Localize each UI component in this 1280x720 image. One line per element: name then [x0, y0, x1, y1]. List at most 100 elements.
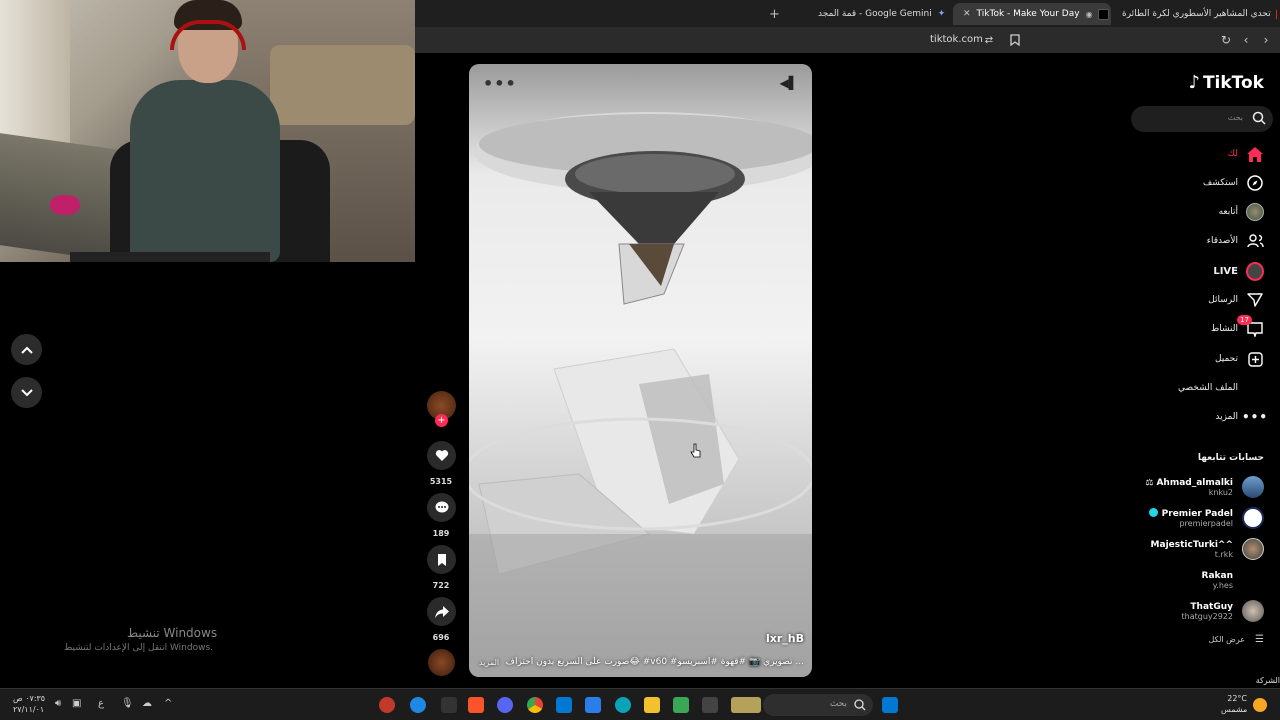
- language-indicator[interactable]: ع: [98, 698, 104, 709]
- comment-icon: [435, 501, 448, 513]
- sidebar-item-friends[interactable]: الأصدقاء: [1207, 230, 1264, 252]
- app-icon-2[interactable]: [410, 697, 426, 713]
- app-icon-1[interactable]: [379, 697, 395, 713]
- sidebar-item-profile[interactable]: الملف الشخصي: [1178, 377, 1238, 399]
- sidebar-item-label: استكشف: [1202, 178, 1238, 188]
- account-handle: t.rkk: [1214, 549, 1233, 559]
- sidebar-item-label: الملف الشخصي: [1178, 383, 1238, 393]
- windows-activation-subtitle: انتقل إلى الإعدادات لتنشيط Windows.: [64, 643, 213, 653]
- windows-start-icon[interactable]: [882, 697, 898, 713]
- save-count: 722: [432, 581, 450, 590]
- sidebar-item-upload[interactable]: تحميل: [1215, 348, 1264, 370]
- taskbar-time: ٠٧:٣٥ ص: [13, 694, 46, 703]
- taskbar-search-placeholder: بحث: [829, 699, 847, 709]
- tab-tiktok[interactable]: ✕ TikTok - Make Your Day ◉: [953, 3, 1111, 25]
- hand-cursor-icon: [690, 443, 701, 458]
- video-player[interactable]: ••• ◀▌ lxr_hB صورت على السريع بدون احترا…: [469, 64, 812, 677]
- sidebar-item-label: الأصدقاء: [1206, 236, 1238, 246]
- search-icon[interactable]: [1252, 111, 1266, 125]
- account-item-thatguy[interactable]: ThatGuy thatguy2922: [1181, 598, 1264, 624]
- activity-icon: 17: [1237, 315, 1264, 338]
- previous-video-button[interactable]: [11, 334, 42, 365]
- taskbar-clock[interactable]: ٠٧:٣٥ ص ٢٧/١١/٠١: [13, 693, 45, 715]
- close-icon[interactable]: ✕: [963, 9, 971, 19]
- reload-icon[interactable]: ↻: [1218, 32, 1234, 48]
- follow-plus-icon[interactable]: +: [435, 414, 448, 427]
- file-explorer-icon[interactable]: [644, 697, 660, 713]
- video-caption: صورت على السريع بدون احتراف😂 #v60 #تصوير…: [505, 657, 804, 667]
- tab-audio-icon[interactable]: ◉: [1086, 10, 1093, 19]
- account-item-rakan[interactable]: Rakan y.hes: [1202, 567, 1233, 593]
- discord-icon[interactable]: [497, 697, 513, 713]
- share-icon: [434, 605, 449, 618]
- app-icon-5[interactable]: [702, 697, 718, 713]
- edge-icon[interactable]: [615, 697, 631, 713]
- video-frame: [469, 112, 812, 677]
- activity-badge: 17: [1237, 315, 1252, 325]
- video-author[interactable]: lxr_hB: [766, 632, 804, 645]
- sidebar-item-live[interactable]: LIVE: [1213, 260, 1264, 282]
- more-icon: •••: [1242, 410, 1269, 424]
- video-menu-button[interactable]: •••: [483, 74, 517, 93]
- chevron-down-icon: [20, 388, 33, 396]
- webcam-keyboard: [70, 252, 270, 262]
- share-button[interactable]: [427, 597, 456, 626]
- save-button[interactable]: [427, 545, 456, 574]
- music-disc[interactable]: [428, 649, 455, 676]
- webcam-overlay: [0, 0, 415, 262]
- tiktok-logo[interactable]: ♪ TikTok: [1188, 72, 1264, 93]
- back-icon[interactable]: ‹: [1238, 32, 1254, 48]
- volume-icon[interactable]: 🔊︎: [55, 698, 61, 709]
- next-video-button[interactable]: [11, 377, 42, 408]
- caption-more-link[interactable]: المزيد: [479, 658, 499, 667]
- brave-browser-icon[interactable]: [468, 697, 484, 713]
- tab-label: قمة المجد - Google Gemini: [818, 9, 932, 19]
- comment-button[interactable]: [427, 493, 456, 522]
- outlook-icon[interactable]: [556, 697, 572, 713]
- sidebar-item-label: أتابعه: [1218, 207, 1238, 217]
- account-handle: thatguy2922: [1181, 611, 1234, 621]
- sidebar-item-for-you[interactable]: لك: [1228, 143, 1264, 165]
- tab-gemini[interactable]: قمة المجد - Google Gemini ✦: [818, 3, 946, 25]
- account-item-ahmad[interactable]: ⚖ Ahmad_almalki knku2: [1145, 474, 1264, 500]
- network-icon[interactable]: ▣: [72, 698, 81, 709]
- see-all-button[interactable]: عرض الكل ☰: [1208, 634, 1264, 645]
- chrome-icon[interactable]: [527, 697, 543, 713]
- bookmark-icon[interactable]: [1007, 32, 1023, 48]
- account-item-majesticturki[interactable]: MajesticTurki^^ t.rkk: [1151, 536, 1264, 562]
- webcam-mouse: [50, 195, 80, 215]
- volume-icon[interactable]: ◀▌: [780, 76, 798, 90]
- sidebar-item-messages[interactable]: الرسائل: [1208, 289, 1264, 311]
- app-icon-3[interactable]: [441, 697, 457, 713]
- sidebar-item-explore[interactable]: استكشف: [1203, 172, 1264, 194]
- tab-label: TikTok - Make Your Day: [976, 9, 1080, 19]
- sidebar-item-activity[interactable]: النشاط 17: [1210, 315, 1264, 340]
- upload-icon: [1246, 350, 1264, 368]
- taskbar-search[interactable]: بحث: [763, 694, 873, 716]
- weather-temp: 22°C: [1227, 694, 1247, 703]
- account-handle: knku2: [1208, 487, 1233, 497]
- search-input[interactable]: بحث: [1131, 106, 1273, 132]
- chevron-up-icon[interactable]: ^: [164, 698, 172, 709]
- footer-company-link[interactable]: الشركة: [1256, 676, 1280, 685]
- app-icon-6[interactable]: [731, 697, 761, 713]
- store-icon[interactable]: [585, 697, 601, 713]
- tab-youtube[interactable]: تحدي المشاهير الأسطوري لكرة الطائرة: [1122, 3, 1277, 25]
- sidebar-item-more[interactable]: المزيد •••: [1215, 406, 1269, 428]
- weather-widget[interactable]: 22°C مشمس: [1221, 693, 1247, 715]
- app-icon-4[interactable]: [673, 697, 689, 713]
- heart-icon: [435, 450, 448, 461]
- like-button[interactable]: [427, 441, 456, 470]
- forward-icon[interactable]: ›: [1258, 32, 1274, 48]
- sidebar-item-following[interactable]: أتابعه: [1219, 201, 1264, 223]
- sidebar-item-label: النشاط: [1210, 324, 1238, 334]
- site-settings-icon[interactable]: ⇄: [981, 32, 997, 48]
- microphone-icon[interactable]: 🎙︎: [121, 698, 134, 709]
- weather-condition: مشمس: [1221, 705, 1248, 714]
- account-item-premier-padel[interactable]: Premier Padel premierpadel: [1148, 505, 1264, 531]
- url-text[interactable]: tiktok.com: [930, 34, 983, 45]
- new-tab-button[interactable]: +: [769, 3, 783, 25]
- webcam-curtain: [0, 0, 70, 150]
- onedrive-icon[interactable]: ☁: [142, 698, 152, 709]
- following-accounts-title: حسابات تتابعها: [1197, 453, 1264, 463]
